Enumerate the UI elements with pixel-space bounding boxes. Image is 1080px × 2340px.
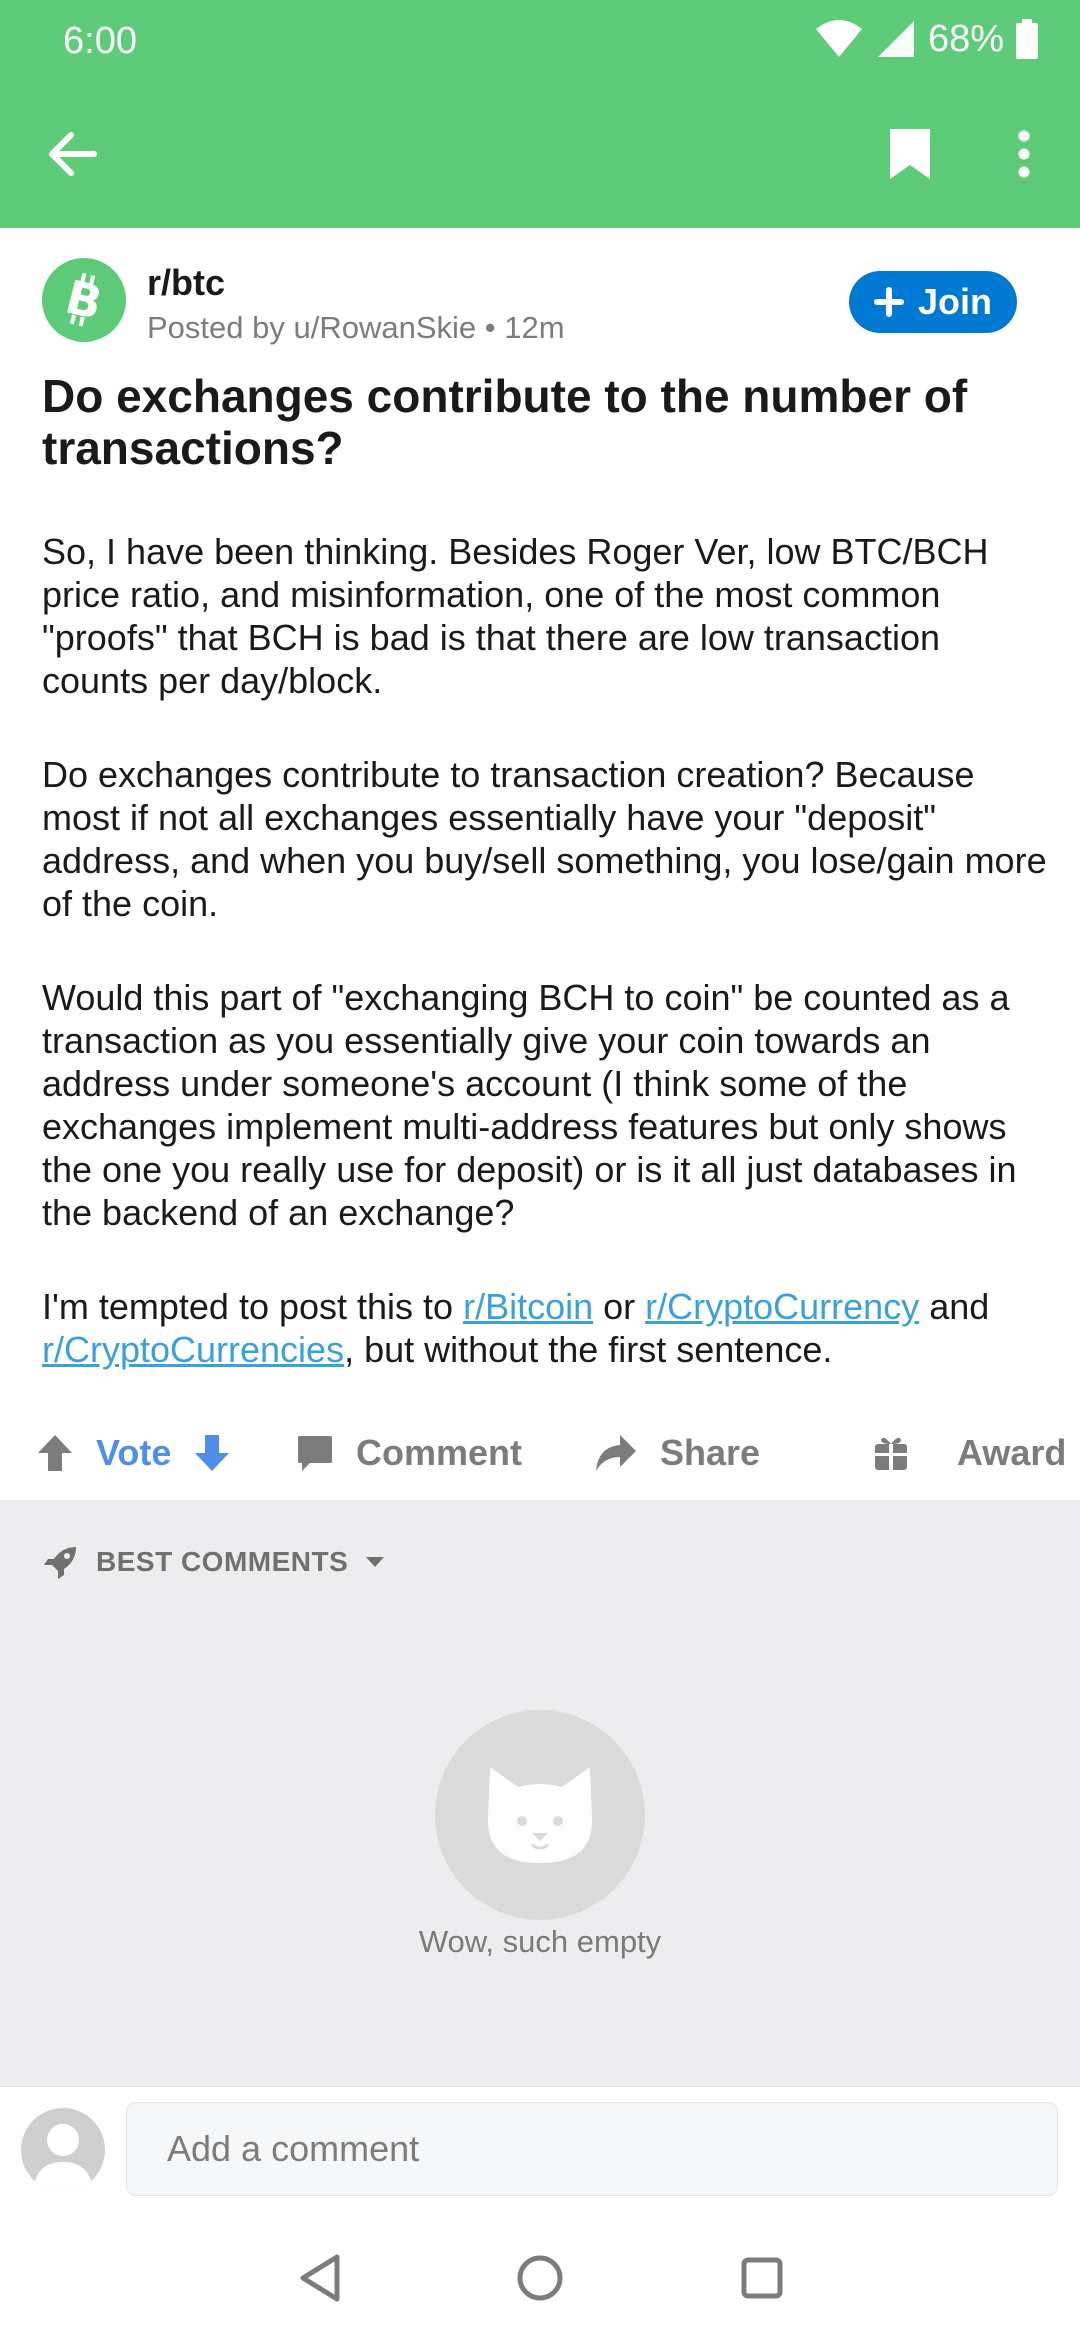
triangle-back-icon <box>300 2254 340 2302</box>
link-r-cryptocurrency[interactable]: r/CryptoCurrency <box>645 1286 919 1327</box>
link-r-bitcoin[interactable]: r/Bitcoin <box>463 1286 593 1327</box>
join-button[interactable]: Join <box>849 271 1017 333</box>
share-button[interactable]: Share <box>594 1410 760 1496</box>
post-actions: Vote Comment Share Award <box>0 1410 1080 1496</box>
downvote-icon[interactable] <box>193 1433 231 1473</box>
link-r-cryptocurrencies[interactable]: r/CryptoCurrencies <box>42 1329 344 1370</box>
gift-icon <box>875 1437 907 1470</box>
share-label: Share <box>660 1432 761 1473</box>
post-body: So, I have been thinking. Besides Roger … <box>42 530 1052 1422</box>
join-label: Join <box>917 281 992 322</box>
user-silhouette-icon <box>33 2124 93 2192</box>
cat-face-icon <box>488 1767 592 1863</box>
add-comment-input[interactable]: Add a comment <box>126 2102 1058 2196</box>
status-icons: 68% <box>814 14 1038 64</box>
battery-percent: 68% <box>927 17 1004 60</box>
comment-sort-button[interactable]: BEST COMMENTS <box>42 1542 386 1582</box>
battery-icon <box>1016 19 1038 59</box>
share-icon <box>596 1435 636 1471</box>
wifi-icon <box>815 20 862 57</box>
arrow-left-icon <box>49 132 97 176</box>
upvote-icon[interactable] <box>36 1433 74 1473</box>
circle-home-icon <box>517 2255 563 2301</box>
subreddit-avatar[interactable]: B <box>42 258 126 342</box>
status-time: 6:00 <box>63 20 137 62</box>
more-options-button[interactable] <box>988 118 1060 190</box>
system-nav-bar <box>0 2216 1080 2340</box>
text-span: , but without the first sentence. <box>344 1329 833 1370</box>
post-paragraph-links: I'm tempted to post this to r/Bitcoin or… <box>42 1285 1052 1371</box>
text-span: I'm tempted to post this to <box>42 1286 464 1327</box>
vote-label: Vote <box>96 1432 172 1473</box>
user-avatar[interactable] <box>21 2108 105 2192</box>
subreddit-name[interactable]: r/btc <box>147 262 225 304</box>
text-span: and <box>919 1286 990 1327</box>
vote-group: Vote <box>36 1410 231 1496</box>
award-label: Award <box>957 1432 1067 1473</box>
back-button[interactable] <box>36 118 108 190</box>
empty-state-text: Wow, such empty <box>418 1924 662 1959</box>
nav-home-button[interactable] <box>498 2236 582 2320</box>
rocket-icon <box>44 1547 76 1579</box>
plus-icon <box>873 287 904 317</box>
comment-button[interactable]: Comment <box>296 1410 522 1496</box>
sort-label: BEST COMMENTS <box>96 1546 349 1577</box>
award-button[interactable]: Award <box>873 1410 1066 1496</box>
nav-back-button[interactable] <box>278 2236 362 2320</box>
caret-down-icon <box>366 1557 385 1567</box>
square-recents-icon <box>741 2257 783 2299</box>
post-paragraph: Would this part of "exchanging BCH to co… <box>42 977 1017 1233</box>
post-meta: Posted by u/RowanSkie • 12m <box>147 310 565 345</box>
cell-signal-icon <box>877 21 914 57</box>
post-title: Do exchanges contribute to the number of… <box>42 370 968 474</box>
comment-label: Comment <box>356 1432 523 1473</box>
bitcoin-icon: B <box>60 272 107 328</box>
empty-state-illustration <box>435 1710 645 1920</box>
post-paragraph: Do exchanges contribute to transaction c… <box>42 754 1047 924</box>
nav-recents-button[interactable] <box>720 2236 804 2320</box>
comment-icon <box>298 1436 332 1471</box>
bookmark-icon <box>890 129 930 179</box>
bookmark-button[interactable] <box>874 118 946 190</box>
more-vert-icon <box>1018 130 1030 178</box>
post-paragraph: So, I have been thinking. Besides Roger … <box>42 531 989 701</box>
text-span: or <box>593 1286 646 1327</box>
